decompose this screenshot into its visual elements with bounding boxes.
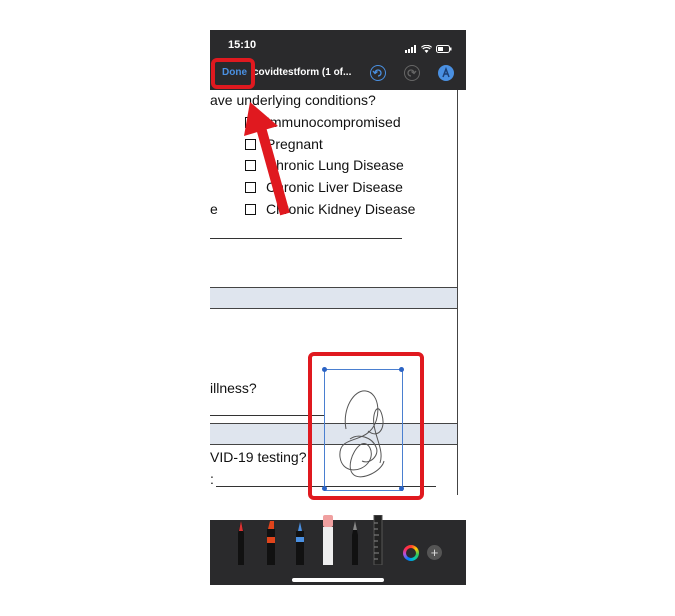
- ruler-tool-icon[interactable]: [373, 515, 383, 565]
- text-fragment-e: e: [210, 201, 218, 217]
- pen-tool-icon[interactable]: [236, 519, 246, 565]
- drawing-toolbar: +: [210, 515, 466, 585]
- redo-icon[interactable]: [404, 65, 420, 81]
- rule: [210, 287, 457, 288]
- table-section-band: [210, 287, 457, 308]
- question-illness: illness?: [210, 380, 257, 396]
- red-arrow-icon: [244, 102, 290, 216]
- page-border-right: [457, 90, 458, 495]
- pencil-tool-icon[interactable]: [350, 519, 360, 565]
- rule: [210, 308, 457, 309]
- done-callout-box: [211, 58, 255, 89]
- question-testing: VID-19 testing?: [210, 449, 307, 465]
- highlighter-tool-icon[interactable]: [294, 519, 306, 565]
- add-button[interactable]: +: [427, 545, 442, 560]
- marker-tool-icon[interactable]: [265, 519, 277, 565]
- signature-callout-box: [308, 352, 424, 500]
- status-time: 15:10: [228, 39, 257, 51]
- answer-blank-1: [210, 238, 402, 239]
- eraser-tool-icon[interactable]: [321, 515, 335, 565]
- text-fragment-colon: :: [210, 471, 214, 487]
- undo-icon[interactable]: [370, 65, 386, 81]
- markup-pen-icon[interactable]: [438, 65, 454, 81]
- document-title[interactable]: covidtestform (1 of...: [253, 67, 351, 78]
- home-indicator: [292, 578, 384, 582]
- color-picker-icon[interactable]: [403, 545, 419, 561]
- status-bar: 15:10: [210, 30, 466, 56]
